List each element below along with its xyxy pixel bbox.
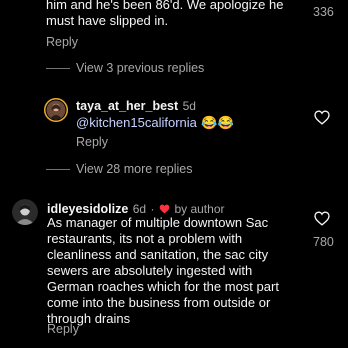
avatar-taya[interactable] xyxy=(44,98,68,122)
reply-taya-header: taya_at_her_best 5d xyxy=(76,97,196,115)
heart-icon[interactable] xyxy=(314,211,330,226)
view-previous-replies-button[interactable]: View 3 previous replies xyxy=(76,61,204,75)
view-more-replies-row[interactable]: View 28 more replies xyxy=(46,162,246,178)
mention-kitchen15california[interactable]: @kitchen15california xyxy=(76,115,197,130)
like-count-partial: 336 xyxy=(313,5,334,19)
comment-text-partial: him and he's been 86'd. We apologize he … xyxy=(46,0,284,28)
more-replies-divider xyxy=(46,169,70,170)
meta-separator: · xyxy=(150,202,155,216)
emoji-laughing: 😂😂 xyxy=(201,115,234,130)
avatar-idleyesidolize[interactable] xyxy=(12,199,38,225)
reply-button-taya[interactable]: Reply xyxy=(76,135,108,149)
reply-button-idle[interactable]: Reply xyxy=(47,322,79,336)
reply-button-partial[interactable]: Reply xyxy=(46,35,78,49)
timestamp-taya: 5d xyxy=(182,99,196,113)
avatar-idleyesidolize-image xyxy=(12,199,38,225)
comment-idle-text: As manager of multiple downtown Sac rest… xyxy=(47,215,279,326)
timestamp-idle: 6d xyxy=(132,202,147,216)
reply-taya-body: @kitchen15california 😂😂 xyxy=(76,114,234,132)
view-previous-replies-row[interactable]: View 3 previous replies xyxy=(46,61,246,77)
username-taya[interactable]: taya_at_her_best xyxy=(76,99,178,113)
heart-icon[interactable] xyxy=(314,110,330,125)
replies-divider xyxy=(46,68,70,69)
view-more-replies-button[interactable]: View 28 more replies xyxy=(76,162,193,176)
comments-panel: him and he's been 86'd. We apologize he … xyxy=(0,0,348,348)
like-count-idle: 780 xyxy=(313,235,334,249)
avatar-taya-image xyxy=(44,98,68,122)
username-idleyesidolize[interactable]: idleyesidolize xyxy=(47,202,128,216)
liked-by-author-label: by author xyxy=(174,202,225,216)
